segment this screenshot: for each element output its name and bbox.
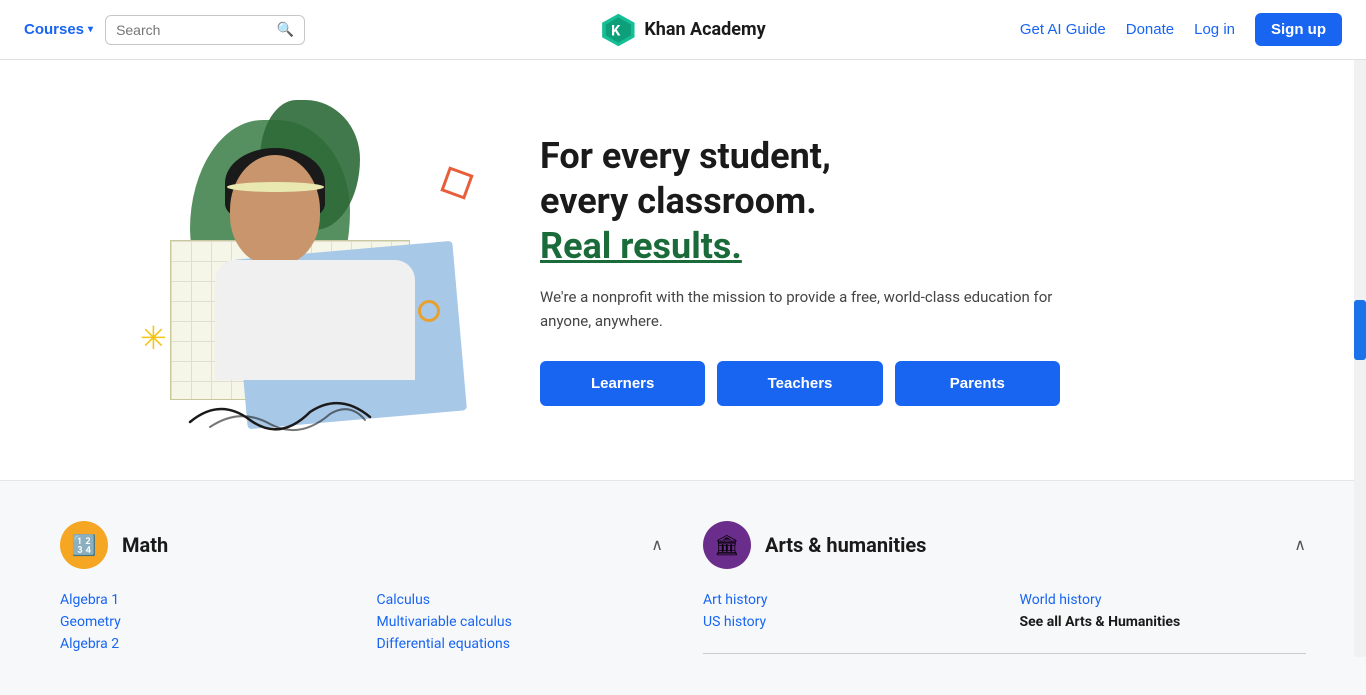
nav-right: Get AI Guide Donate Log in Sign up [1020, 13, 1342, 46]
logo-link[interactable]: K Khan Academy [600, 12, 765, 48]
math-course-links: Algebra 1 Geometry Algebra 2 Calculus Mu… [60, 589, 663, 655]
math-subject-name: Math [122, 533, 168, 557]
arts-col2: World history See all Arts & Humanities [1020, 589, 1307, 633]
arts-header: 🏛 Arts & humanities ∧ [703, 521, 1306, 569]
arts-icon: 🏛 [703, 521, 751, 569]
arts-course-links: Art history US history World history See… [703, 589, 1306, 633]
hero-subtext: We're a nonprofit with the mission to pr… [540, 285, 1060, 333]
art-history-link[interactable]: Art history [703, 589, 990, 611]
nav-left: Courses ▾ 🔍 [24, 15, 305, 45]
multivariable-calculus-link[interactable]: Multivariable calculus [377, 611, 664, 633]
svg-text:K: K [611, 22, 621, 39]
courses-button[interactable]: Courses ▾ [24, 21, 93, 38]
deco-square-icon [440, 166, 473, 199]
girl-head [230, 155, 320, 265]
site-name: Khan Academy [644, 19, 765, 40]
math-header: 🔢 Math ∧ [60, 521, 663, 569]
hero-section: ✳ For every student, every classroom. Re… [0, 60, 1366, 480]
hero-text-area: For every student, every classroom. Real… [540, 134, 1060, 406]
signup-button[interactable]: Sign up [1255, 13, 1342, 46]
teachers-button[interactable]: Teachers [717, 361, 882, 406]
see-all-arts-link[interactable]: See all Arts & Humanities [1020, 611, 1307, 633]
donate-button[interactable]: Donate [1126, 21, 1174, 38]
deco-circle-icon [418, 300, 440, 322]
math-title-group: 🔢 Math [60, 521, 168, 569]
math-block: 🔢 Math ∧ Algebra 1 Geometry Algebra 2 Ca… [60, 521, 663, 655]
parents-button[interactable]: Parents [895, 361, 1060, 406]
learners-button[interactable]: Learners [540, 361, 705, 406]
arts-title-group: 🏛 Arts & humanities [703, 521, 926, 569]
geometry-link[interactable]: Geometry [60, 611, 347, 633]
search-box: 🔍 [105, 15, 305, 45]
math-icon: 🔢 [60, 521, 108, 569]
arts-icon-symbol: 🏛 [714, 533, 739, 557]
algebra1-link[interactable]: Algebra 1 [60, 589, 347, 611]
math-collapse-button[interactable]: ∧ [651, 535, 663, 555]
calculus-link[interactable]: Calculus [377, 589, 664, 611]
navbar: Courses ▾ 🔍 K Khan Academy Get AI Guide … [0, 0, 1366, 60]
scrollbar-track [1354, 0, 1366, 657]
search-input[interactable] [116, 22, 271, 38]
math-col1: Algebra 1 Geometry Algebra 2 [60, 589, 347, 655]
arts-divider [703, 653, 1306, 654]
hero-illustration: ✳ [60, 90, 500, 450]
headline-line1: For every student, [540, 135, 831, 177]
headline-line3: Real results. [540, 225, 742, 267]
girl-body [215, 260, 415, 380]
deco-star-icon: ✳ [140, 320, 176, 356]
hero-headline: For every student, every classroom. Real… [540, 134, 1060, 269]
headline-line2: every classroom. [540, 180, 817, 222]
cta-buttons-group: Learners Teachers Parents [540, 361, 1060, 406]
differential-equations-link[interactable]: Differential equations [377, 633, 664, 655]
arts-block: 🏛 Arts & humanities ∧ Art history US his… [703, 521, 1306, 655]
arts-collapse-button[interactable]: ∧ [1294, 535, 1306, 555]
login-button[interactable]: Log in [1194, 21, 1235, 38]
ka-logo-icon: K [600, 12, 636, 48]
search-icon: 🔍 [277, 22, 294, 38]
courses-grid: 🔢 Math ∧ Algebra 1 Geometry Algebra 2 Ca… [60, 521, 1306, 655]
courses-label: Courses [24, 21, 84, 38]
arts-col1: Art history US history [703, 589, 990, 633]
courses-section: 🔢 Math ∧ Algebra 1 Geometry Algebra 2 Ca… [0, 480, 1366, 695]
world-history-link[interactable]: World history [1020, 589, 1307, 611]
get-ai-guide-button[interactable]: Get AI Guide [1020, 21, 1106, 38]
scrollbar-thumb[interactable] [1354, 300, 1366, 360]
arts-subject-name: Arts & humanities [765, 533, 926, 557]
scribble-deco [180, 392, 380, 432]
girl-headband [227, 182, 324, 192]
math-icon-symbol: 🔢 [72, 533, 97, 557]
us-history-link[interactable]: US history [703, 611, 990, 633]
math-col2: Calculus Multivariable calculus Differen… [377, 589, 664, 655]
algebra2-link[interactable]: Algebra 2 [60, 633, 347, 655]
courses-chevron-icon: ▾ [88, 24, 93, 35]
